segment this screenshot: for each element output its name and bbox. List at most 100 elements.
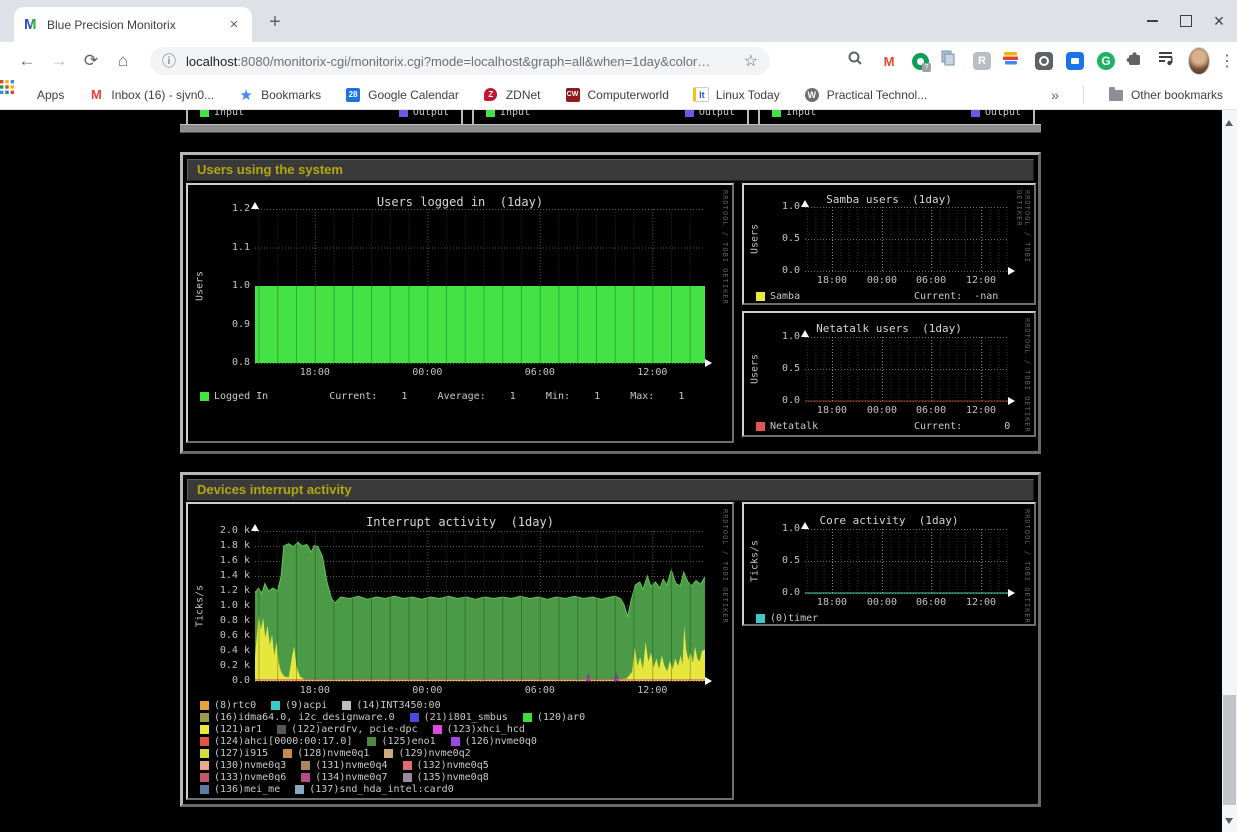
- r-extension-icon[interactable]: R: [971, 50, 993, 72]
- browser-tab[interactable]: MM Blue Precision Monitorix ×: [14, 7, 252, 42]
- output-label: Output: [699, 110, 735, 118]
- forward-button[interactable]: →: [44, 42, 74, 80]
- reload-button[interactable]: ⟳: [76, 42, 106, 80]
- gmail-icon: M: [88, 87, 104, 103]
- legend-row: NetatalkCurrent: 0: [756, 421, 1026, 432]
- legend-label: (131)nvme0q4: [315, 760, 387, 771]
- bookmark-star-icon[interactable]: ☆: [744, 51, 758, 71]
- voice-extension-icon[interactable]: ?: [909, 50, 931, 72]
- legend-label: (120)ar0: [537, 712, 585, 723]
- url-text: localhost:8080/monitorix-cgi/monitorix.c…: [186, 54, 736, 69]
- x-tick-label: 12:00: [632, 685, 672, 696]
- legend-row: SambaCurrent: -nan: [756, 291, 1026, 302]
- input-swatch: [772, 110, 781, 117]
- legend-item: (131)nvme0q4: [301, 760, 387, 771]
- browser-menu-icon[interactable]: ⋮: [1219, 51, 1231, 71]
- y-tick-label: 0.8: [208, 357, 250, 368]
- output-swatch: [399, 110, 408, 117]
- bookmark-practical-technology[interactable]: W Practical Technol...: [804, 87, 928, 103]
- books-extension-icon[interactable]: [1002, 50, 1024, 72]
- calendar-icon: 28: [345, 87, 361, 103]
- bookmark-linux-today[interactable]: lt Linux Today: [693, 87, 780, 103]
- legend-label: (126)nvme0q0: [465, 736, 537, 747]
- bookmark-label: Other bookmarks: [1131, 88, 1223, 102]
- output-label: Output: [985, 110, 1021, 118]
- copy-pages-extension-icon[interactable]: [940, 50, 962, 72]
- bookmark-zdnet[interactable]: Z ZDNet: [483, 87, 541, 103]
- legend-item: (9)acpi: [271, 700, 327, 711]
- y-tick-label: 0.5: [758, 233, 800, 244]
- output-swatch: [685, 110, 694, 117]
- scrollbar-down-icon[interactable]: [1225, 818, 1233, 824]
- legend-stats: Current: 1 Average: 1 Min: 1 Max: 1: [329, 391, 684, 402]
- tab-close-icon[interactable]: ×: [226, 16, 242, 33]
- output-label: Output: [413, 110, 449, 118]
- legend-label: (130)nvme0q3: [214, 760, 286, 771]
- y-tick-label: 0.0: [758, 395, 800, 406]
- y-tick-label: 1.0: [758, 523, 800, 534]
- minimize-button[interactable]: [1136, 0, 1168, 42]
- extensions-puzzle-icon[interactable]: [1126, 50, 1148, 72]
- bookmark-label: Apps: [37, 88, 64, 102]
- bookmark-label: Practical Technol...: [827, 88, 928, 102]
- meet-extension-icon[interactable]: [1064, 50, 1086, 72]
- x-tick-label: 00:00: [407, 367, 447, 378]
- vertical-scrollbar[interactable]: [1222, 110, 1237, 832]
- x-tick-label: 06:00: [520, 685, 560, 696]
- x-tick-label: 06:00: [911, 597, 951, 608]
- scrollbar-up-icon[interactable]: [1225, 120, 1233, 126]
- legend-label: (8)rtc0: [214, 700, 256, 711]
- grammarly-extension-icon[interactable]: G: [1095, 50, 1117, 72]
- playlist-extension-icon[interactable]: [1157, 50, 1179, 72]
- other-bookmarks-button[interactable]: Other bookmarks: [1108, 87, 1223, 103]
- bookmark-google-calendar[interactable]: 28 Google Calendar: [345, 87, 459, 103]
- section-header-interrupts: Devices interrupt activity: [187, 479, 1034, 501]
- legend-current: Current: -nan: [914, 291, 998, 302]
- url-bar[interactable]: ⓘ localhost:8080/monitorix-cgi/monitorix…: [150, 47, 770, 75]
- input-swatch: [486, 110, 495, 117]
- apps-grid-icon: [14, 87, 30, 103]
- input-label: Input: [786, 110, 816, 118]
- search-extension-icon[interactable]: [847, 50, 869, 72]
- legend-item: (21)i801_smbus: [410, 712, 508, 723]
- x-tick-label: 00:00: [407, 685, 447, 696]
- legend-swatch: [301, 773, 310, 782]
- back-button[interactable]: ←: [12, 42, 42, 80]
- close-button[interactable]: ×: [1203, 0, 1235, 42]
- home-button[interactable]: ⌂: [108, 42, 138, 80]
- page-info-icon[interactable]: ⓘ: [162, 51, 176, 71]
- legend-item: (123)xhci_hcd: [433, 724, 525, 735]
- legend-label: (135)nvme0q8: [417, 772, 489, 783]
- legend-row: (133)nvme0q6(134)nvme0q7(135)nvme0q8: [200, 772, 724, 783]
- legend-label: (133)nvme0q6: [214, 772, 286, 783]
- monitorix-favicon-icon: MM: [24, 16, 39, 34]
- legend-swatch: [200, 392, 209, 401]
- gmail-extension-icon[interactable]: M: [878, 50, 900, 72]
- legend-swatch: [200, 761, 209, 770]
- legend-swatch: [433, 725, 442, 734]
- legend-item: (137)snd_hda_intel:card0: [295, 784, 454, 795]
- legend-label: (9)acpi: [285, 700, 327, 711]
- bookmark-apps[interactable]: Apps: [14, 87, 64, 103]
- profile-avatar[interactable]: [1188, 50, 1210, 72]
- maximize-button[interactable]: [1170, 0, 1202, 42]
- x-tick-label: 00:00: [862, 405, 902, 416]
- legend-label: (128)nvme0q1: [297, 748, 369, 759]
- y-tick-label: 1.1: [208, 242, 250, 253]
- bookmark-inbox[interactable]: M Inbox (16) - sjvn0...: [88, 87, 214, 103]
- legend-swatch: [756, 614, 765, 623]
- vault-extension-icon[interactable]: [1033, 50, 1055, 72]
- section-bottom-frame: [180, 124, 1041, 133]
- bookmark-computerworld[interactable]: CW Computerworld: [565, 87, 669, 103]
- bookmark-bookmarks[interactable]: ★ Bookmarks: [238, 87, 321, 103]
- x-tick-label: 00:00: [862, 597, 902, 608]
- monitorix-page: InputOutput InputOutput InputOutput User…: [0, 110, 1222, 832]
- scrollbar-thumb[interactable]: [1223, 695, 1236, 805]
- bookmark-label: ZDNet: [506, 88, 541, 102]
- new-tab-button[interactable]: +: [262, 10, 288, 36]
- chart-core-activity: Core activity (1day)Ticks/sRRDTOOL / TOB…: [742, 502, 1036, 626]
- legend-current: Current: 0: [914, 421, 1010, 432]
- bookmarks-overflow-chevron[interactable]: »: [1051, 87, 1059, 103]
- bookmark-label: Computerworld: [588, 88, 669, 102]
- legend-label: (0)timer: [770, 613, 818, 624]
